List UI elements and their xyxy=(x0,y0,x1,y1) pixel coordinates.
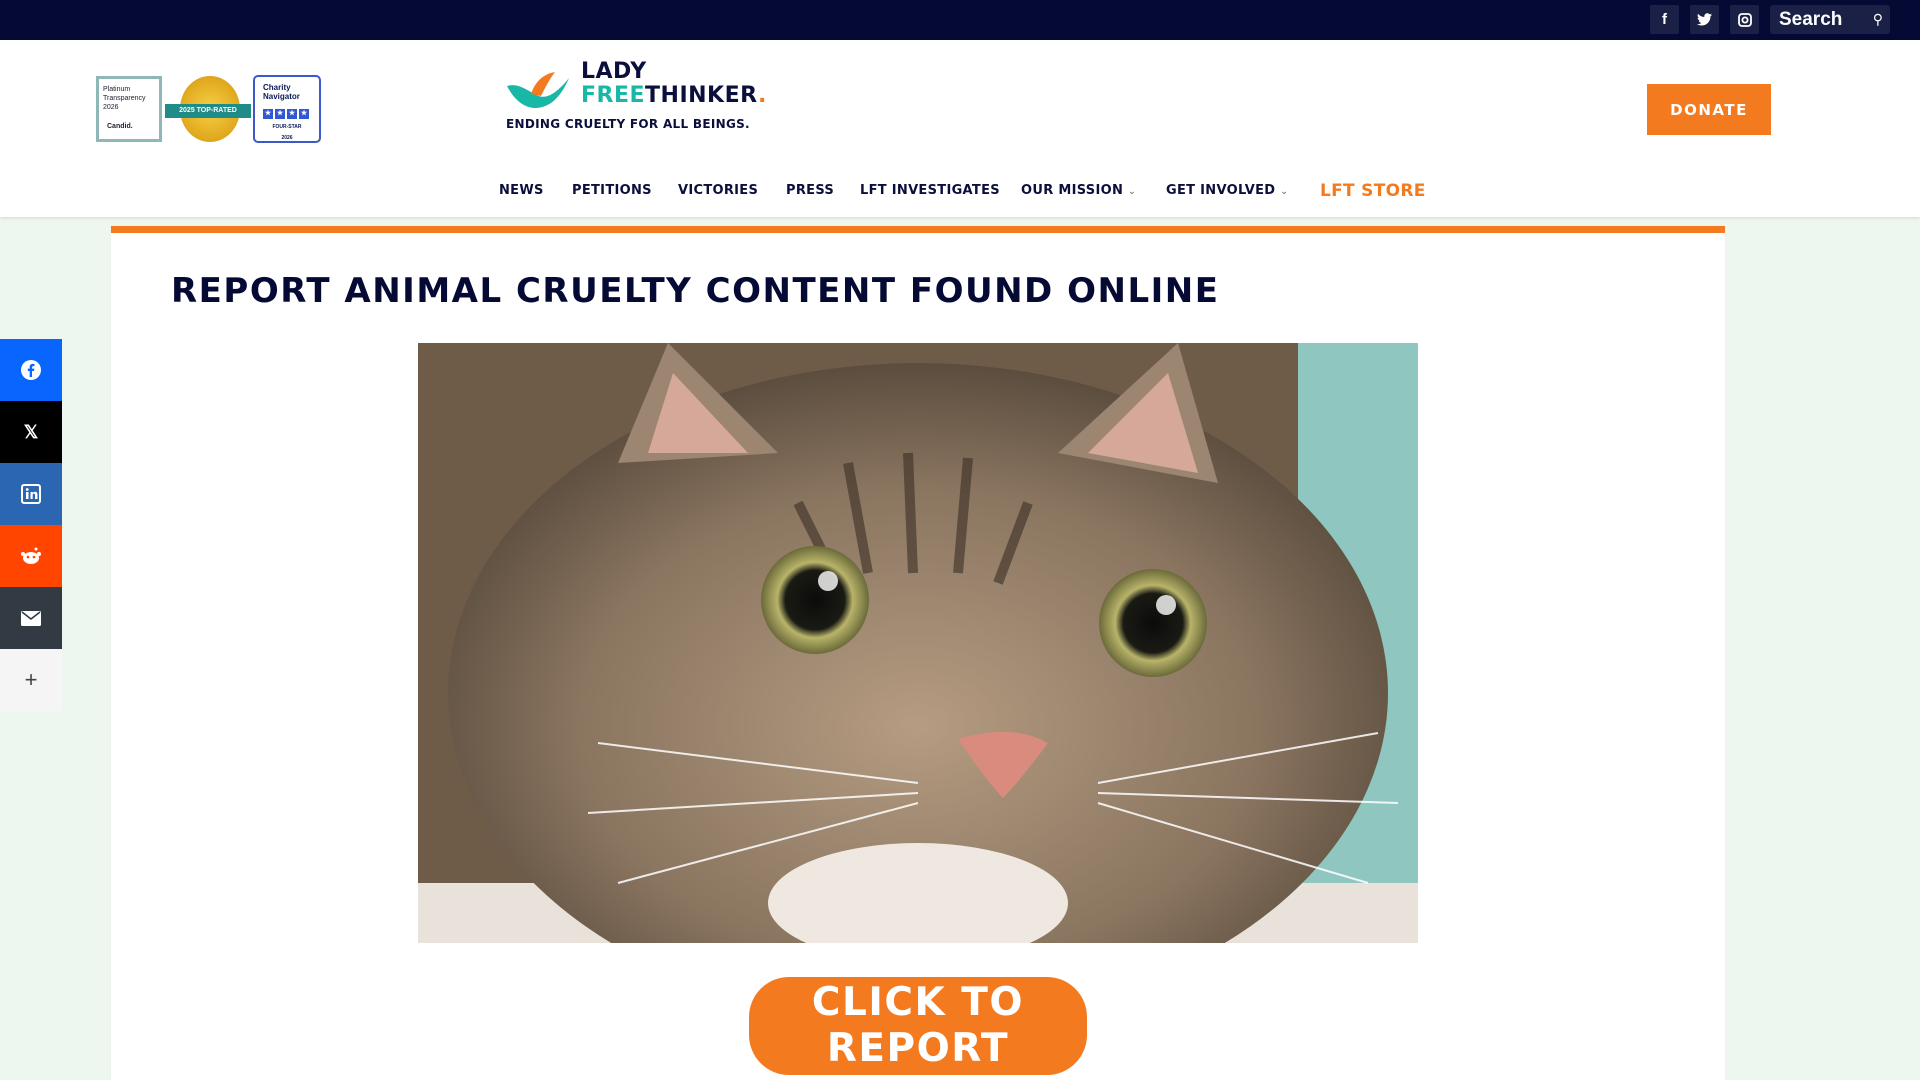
top-bar: f Search ⚲ xyxy=(0,0,1920,40)
nav-our-mission[interactable]: OUR MISSION ⌄ xyxy=(1021,176,1136,207)
badge-ribbon: 2025 TOP-RATED xyxy=(165,104,251,118)
star-icon: ★ xyxy=(299,109,309,119)
charity-navigator-year: 2026 xyxy=(281,135,293,141)
charity-navigator-tag: FOUR-STAR xyxy=(272,124,302,130)
charity-navigator-badge[interactable]: Charity Navigator ★ ★ ★ ★ FOUR-STAR 2026 xyxy=(253,75,321,143)
nav-press[interactable]: PRESS xyxy=(786,176,834,206)
logo-thinker: THINKER xyxy=(645,83,758,108)
nav-news[interactable]: NEWS xyxy=(499,176,544,206)
nav-get-involved-label: GET INVOLVED xyxy=(1166,183,1276,198)
share-sidebar: 𝕏 + xyxy=(0,339,62,711)
share-reddit[interactable] xyxy=(0,525,62,587)
logo-dot: . xyxy=(757,83,767,108)
donate-button[interactable]: DONATE xyxy=(1647,84,1771,135)
report-button-line1: CLICK TO xyxy=(811,980,1025,1025)
x-icon: 𝕏 xyxy=(23,421,39,442)
share-facebook[interactable] xyxy=(0,339,62,401)
nav-lft-investigates[interactable]: LFT INVESTIGATES xyxy=(860,176,1000,206)
facebook-icon[interactable]: f xyxy=(1650,5,1679,34)
share-x[interactable]: 𝕏 xyxy=(0,401,62,463)
chevron-down-icon: ⌄ xyxy=(1128,187,1136,197)
main-nav: NEWS PETITIONS VICTORIES PRESS LFT INVES… xyxy=(0,176,1920,206)
search-placeholder: Search xyxy=(1779,9,1843,30)
star-icon: ★ xyxy=(275,109,285,119)
share-email[interactable] xyxy=(0,587,62,649)
content-card: REPORT ANIMAL CRUELTY CONTENT FOUND ONLI… xyxy=(111,226,1725,1080)
instagram-icon[interactable] xyxy=(1730,5,1759,34)
charity-navigator-title: Charity Navigator xyxy=(263,83,300,101)
bird-icon xyxy=(507,72,569,108)
nav-our-mission-label: OUR MISSION xyxy=(1021,183,1124,198)
candid-line2: Transparency xyxy=(103,95,146,102)
nav-lft-store[interactable]: LFT STORE xyxy=(1320,176,1426,206)
hero-image-cat xyxy=(418,343,1418,943)
logo-wordmark: LADY FREETHINKER. xyxy=(581,60,767,108)
candid-seal[interactable]: Platinum Transparency 2026 Candid. xyxy=(96,76,162,142)
facebook-icon xyxy=(21,360,41,380)
nav-petitions[interactable]: PETITIONS xyxy=(572,176,652,206)
star-icon: ★ xyxy=(287,109,297,119)
chevron-down-icon: ⌄ xyxy=(1280,187,1289,197)
star-rating: ★ ★ ★ ★ xyxy=(263,109,311,119)
candid-line3: 2026 xyxy=(103,104,119,111)
share-more[interactable]: + xyxy=(0,649,62,711)
candid-line1: Platinum xyxy=(103,86,131,93)
great-nonprofits-badge[interactable]: 2025 TOP-RATED xyxy=(165,76,251,142)
email-icon xyxy=(21,610,41,626)
plus-icon: + xyxy=(24,667,38,692)
twitter-icon[interactable] xyxy=(1690,5,1719,34)
search-icon[interactable]: ⚲ xyxy=(1873,5,1883,34)
logo-tagline: ENDING CRUELTY FOR ALL BEINGS. xyxy=(506,117,750,131)
linkedin-icon xyxy=(21,484,41,504)
star-icon: ★ xyxy=(263,109,273,119)
candid-name: Candid. xyxy=(107,123,133,130)
nav-get-involved[interactable]: GET INVOLVED ⌄ xyxy=(1166,176,1288,207)
search-input[interactable]: Search ⚲ xyxy=(1770,5,1890,34)
report-button-line2: REPORT xyxy=(826,1026,1010,1071)
reddit-icon xyxy=(21,547,41,564)
share-linkedin[interactable] xyxy=(0,463,62,525)
page-title: REPORT ANIMAL CRUELTY CONTENT FOUND ONLI… xyxy=(171,271,1220,311)
logo-free: FREE xyxy=(581,83,646,108)
site-header: Platinum Transparency 2026 Candid. 2025 … xyxy=(0,40,1920,217)
click-to-report-button[interactable]: CLICK TO REPORT xyxy=(749,977,1087,1075)
logo-lady: LADY xyxy=(581,59,647,84)
nav-victories[interactable]: VICTORIES xyxy=(678,176,758,206)
